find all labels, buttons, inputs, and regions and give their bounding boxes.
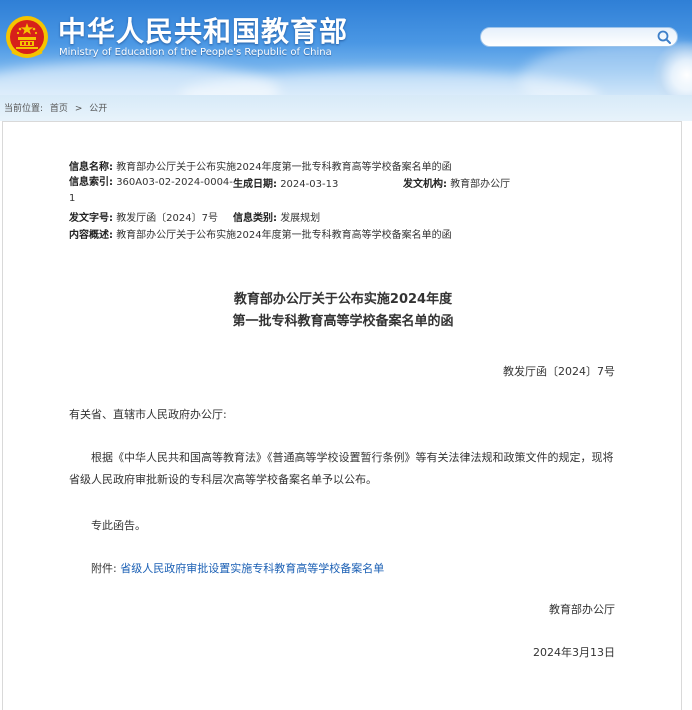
meta-name-label: 信息名称:: [69, 162, 113, 173]
meta-docno: 发文字号: 教发厅函〔2024〕7号: [69, 209, 218, 224]
breadcrumb-bar: 当前位置: 首页 > 公开: [0, 95, 692, 121]
article-title-line1: 教育部办公厅关于公布实施2024年度: [233, 292, 453, 307]
breadcrumb: 当前位置: 首页 > 公开: [4, 101, 111, 114]
meta-category-value: 发展规划: [280, 213, 321, 224]
article-signature: 教育部办公厅: [549, 603, 615, 616]
article-salutation: 有关省、直辖市人民政府办公厅:: [69, 408, 227, 421]
article-title-line2: 第一批专科教育高等学校备案名单的函: [232, 314, 454, 329]
meta-name: 信息名称: 教育部办公厅关于公布实施2024年度第一批专科教育高等学校备案名单的…: [69, 158, 452, 173]
attachment-link[interactable]: 省级人民政府审批设置实施专科教育高等学校备案名单: [120, 562, 384, 575]
article-date: 2024年3月13日: [533, 646, 615, 659]
search-input[interactable]: [491, 29, 655, 47]
national-emblem-icon[interactable]: [4, 14, 50, 60]
meta-index-label: 信息索引:: [69, 177, 113, 188]
article-paragraph: 根据《中华人民共和国高等教育法》《普通高等学校设置暂行条例》等有关法律法规和政策…: [69, 451, 614, 486]
article-paragraph: 专此函告。: [91, 519, 146, 532]
meta-org: 发文机构: 教育部办公厅: [403, 175, 510, 190]
meta-category: 信息类别: 发展规划: [233, 209, 320, 224]
meta-org-value: 教育部办公厅: [450, 179, 511, 190]
site-header: 中华人民共和国教育部 Ministry of Education of the …: [0, 0, 692, 95]
attachment-label: 附件:: [91, 562, 117, 575]
meta-index: 信息索引: 360A03-02-2024-0004-1: [69, 175, 233, 207]
meta-date: 生成日期: 2024-03-13: [233, 175, 338, 190]
magnifier-icon[interactable]: [656, 29, 673, 46]
article-attachment: 附件: 省级人民政府审批设置实施专科教育高等学校备案名单: [69, 558, 617, 580]
meta-summary-value: 教育部办公厅关于公布实施2024年度第一批专科教育高等学校备案名单的函: [116, 230, 452, 241]
meta-category-label: 信息类别:: [233, 213, 277, 224]
meta-date-label: 生成日期:: [233, 179, 277, 190]
meta-org-label: 发文机构:: [403, 179, 447, 190]
meta-summary-label: 内容概述:: [69, 230, 113, 241]
breadcrumb-label: 当前位置:: [4, 104, 44, 114]
meta-name-value: 教育部办公厅关于公布实施2024年度第一批专科教育高等学校备案名单的函: [116, 162, 452, 173]
breadcrumb-separator: >: [74, 104, 83, 114]
meta-summary: 内容概述: 教育部办公厅关于公布实施2024年度第一批专科教育高等学校备案名单的…: [69, 226, 452, 241]
site-title[interactable]: 中华人民共和国教育部: [58, 10, 348, 50]
article-doc-number: 教发厅函〔2024〕7号: [503, 365, 615, 378]
meta-docno-label: 发文字号:: [69, 213, 113, 224]
site-subtitle-en: Ministry of Education of the People's Re…: [59, 47, 332, 58]
article-container: 信息名称: 教育部办公厅关于公布实施2024年度第一批专科教育高等学校备案名单的…: [2, 121, 682, 710]
search-box: [480, 27, 678, 47]
breadcrumb-home-link[interactable]: 首页: [50, 104, 68, 114]
breadcrumb-public-link[interactable]: 公开: [89, 104, 107, 114]
meta-docno-value: 教发厅函〔2024〕7号: [116, 213, 218, 224]
meta-date-value: 2024-03-13: [280, 179, 339, 190]
